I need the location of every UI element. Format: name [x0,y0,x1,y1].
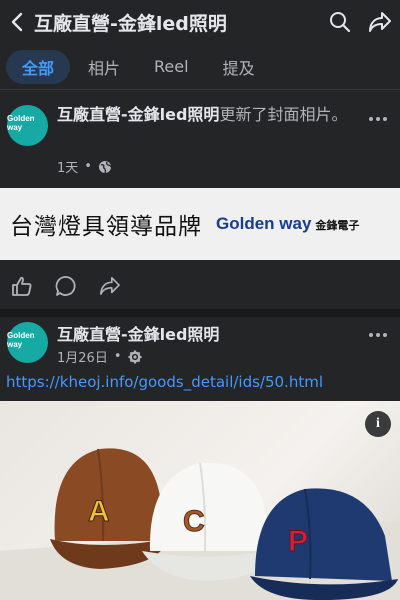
avatar[interactable]: Golden way [7,322,48,363]
comment-icon [55,276,76,296]
post-header-text: 互廠直營-金鋒led照明更新了封面相片。 [57,103,367,127]
post-product-link: Golden way 互廠直營-金鋒led照明 1月26日 • https://… [0,317,400,600]
post-meta: 1天 • [57,157,112,176]
post-date[interactable]: 1月26日 [57,347,108,366]
banner-slogan: 台灣燈具領導品牌 [10,214,202,240]
cap-letter-a: A [88,495,110,528]
banner-brand-chinese: 金鋒電子 [315,220,360,232]
post-separator [0,309,400,317]
info-button[interactable]: i [365,411,391,437]
post-action-text: 更新了封面相片。 [219,105,348,124]
gear-icon [128,350,141,363]
info-icon: i [376,416,380,431]
more-horizontal-icon [369,333,387,337]
post-photo[interactable]: A C P i [0,401,400,600]
share-icon [100,277,120,295]
chevron-left-icon [11,12,23,32]
post-time[interactable]: 1天 [57,157,78,176]
avatar-logo-text: Golden way [7,113,35,132]
page-title: 互廠直營-金鋒led照明 [34,12,227,35]
banner-brand-logo: Golden way [216,214,312,233]
comment-button[interactable] [44,267,88,305]
tab-mentions[interactable]: 提及 [207,50,271,84]
search-icon [330,12,351,33]
filter-tabs: 全部 相片 Reel 提及 [0,44,400,90]
tab-reels[interactable]: Reel [138,50,205,84]
post-meta: 1月26日 • [57,347,142,366]
banner-brand: Golden way 金鋒電子 [216,214,359,234]
avatar-logo-subtext [27,350,28,355]
share-post-button[interactable] [88,267,132,305]
meta-dot: • [84,159,92,174]
post-actions [0,267,400,305]
thumbs-up-icon [12,276,32,296]
more-options-button[interactable] [366,323,390,347]
post-cover-update: Golden way 互廠直營-金鋒led照明更新了封面相片。 1天 • 台灣燈… [0,91,400,309]
share-button[interactable] [360,0,400,44]
caps-illustration: A C P [0,448,400,600]
cover-photo[interactable]: 台灣燈具領導品牌 Golden way 金鋒電子 [0,188,400,260]
cap-letter-c: C [183,505,205,538]
more-horizontal-icon [369,117,387,121]
top-bar: 互廠直營-金鋒led照明 [0,0,400,44]
avatar[interactable]: Golden way [7,105,48,146]
more-options-button[interactable] [366,107,390,131]
like-button[interactable] [0,267,44,305]
post-link[interactable]: https://kheoj.info/goods_detail/ids/50.h… [6,373,323,391]
globe-icon [98,160,112,173]
tab-all[interactable]: 全部 [6,49,71,84]
back-button[interactable] [0,0,34,44]
avatar-logo-text: Golden way [7,330,35,349]
search-button[interactable] [320,0,360,44]
post-page-name[interactable]: 互廠直營-金鋒led照明 [57,105,219,124]
cap-letter-p: P [288,525,308,558]
share-icon [369,12,391,32]
avatar-logo-subtext [27,133,28,138]
tab-photos[interactable]: 相片 [72,50,136,84]
meta-dot: • [113,349,122,364]
post-page-name[interactable]: 互廠直營-金鋒led照明 [57,321,219,345]
